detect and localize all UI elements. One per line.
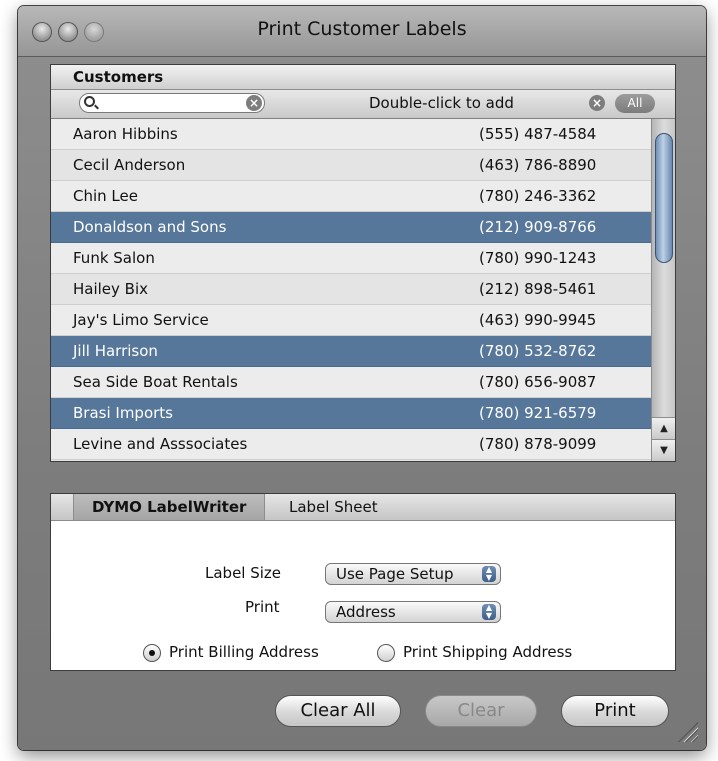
list-item[interactable]: Funk Salon (780) 990-1243: [51, 243, 651, 274]
clear-all-button[interactable]: Clear All: [275, 695, 401, 727]
customer-name: Chin Lee: [73, 187, 138, 205]
customer-phone: (463) 990-9945: [479, 311, 597, 329]
print-settings-panel: DYMO LabelWriter Label Sheet Label Size …: [50, 493, 676, 671]
list-item[interactable]: Hailey Bix (212) 898-5461: [51, 274, 651, 305]
tab-label-sheet[interactable]: Label Sheet: [271, 494, 396, 520]
search-row: × Double-click to add × All: [51, 90, 675, 119]
customer-phone: (212) 909-8766: [479, 218, 597, 236]
print-value: Address: [336, 603, 396, 621]
title-bar[interactable]: Print Customer Labels: [18, 6, 706, 57]
customer-phone: (463) 568-9817: [479, 460, 596, 461]
list-item[interactable]: Lola Rosa (463) 568-9817: [51, 460, 651, 461]
billing-address-radio[interactable]: [143, 644, 161, 662]
customer-phone: (212) 898-5461: [479, 280, 597, 298]
customers-header: Customers: [51, 65, 675, 90]
customers-panel: Customers × Double-click to add × All Aa…: [50, 64, 676, 462]
customer-name: Cecil Anderson: [73, 156, 186, 174]
search-input[interactable]: [102, 95, 246, 112]
customer-phone: (780) 246-3362: [479, 187, 597, 205]
popup-arrows-icon: ▲ ▼: [482, 566, 496, 582]
customer-list[interactable]: Aaron Hibbins (555) 487-4584 Cecil Anderso…: [51, 119, 651, 461]
tab-dymo-labelwriter[interactable]: DYMO LabelWriter: [73, 494, 266, 520]
customer-name: Aaron Hibbins: [73, 125, 178, 143]
customer-name: Jay's Limo Service: [73, 311, 209, 329]
clear-button[interactable]: Clear: [425, 695, 537, 727]
window-title: Print Customer Labels: [257, 18, 467, 40]
list-item[interactable]: Donaldson and Sons (212) 909-8766: [51, 212, 651, 243]
customer-name: Lola Rosa: [73, 460, 144, 461]
list-item[interactable]: Cecil Anderson (463) 786-8890: [51, 150, 651, 181]
search-field[interactable]: ×: [79, 93, 265, 113]
shipping-address-label[interactable]: Print Shipping Address: [403, 643, 572, 661]
print-popup[interactable]: Address ▲ ▼: [325, 601, 501, 623]
list-item[interactable]: Aaron Hibbins (555) 487-4584: [51, 119, 651, 150]
customer-phone: (555) 487-4584: [479, 125, 597, 143]
clear-search-icon[interactable]: ×: [246, 95, 262, 111]
customer-phone: (463) 786-8890: [479, 156, 597, 174]
list-item[interactable]: Brasi Imports (780) 921-6579: [51, 398, 651, 429]
list-item[interactable]: Levine and Asssociates (780) 878-9099: [51, 429, 651, 460]
customer-phone: (780) 656-9087: [479, 373, 597, 391]
double-click-hint: Double-click to add: [369, 94, 514, 112]
customer-name: Levine and Asssociates: [73, 435, 248, 453]
all-button[interactable]: All: [615, 94, 655, 113]
list-scrollbar[interactable]: ▲ ▼: [651, 119, 675, 461]
search-icon: [84, 96, 95, 107]
scroll-thumb[interactable]: [655, 133, 673, 263]
customer-phone: (780) 990-1243: [479, 249, 597, 267]
customer-name: Brasi Imports: [73, 404, 173, 422]
customer-phone: (780) 878-9099: [479, 435, 597, 453]
print-label: Print: [245, 598, 280, 616]
list-item[interactable]: Chin Lee (780) 246-3362: [51, 181, 651, 212]
label-size-value: Use Page Setup: [336, 565, 454, 583]
customer-phone: (780) 921-6579: [479, 404, 597, 422]
customer-name: Hailey Bix: [73, 280, 149, 298]
customer-phone: (780) 532-8762: [479, 342, 597, 360]
list-item[interactable]: Sea Side Boat Rentals (780) 656-9087: [51, 367, 651, 398]
resize-grip-icon[interactable]: [678, 722, 698, 742]
customer-name: Donaldson and Sons: [73, 218, 227, 236]
print-tabs: DYMO LabelWriter Label Sheet: [51, 494, 675, 521]
label-size-label: Label Size: [205, 564, 282, 582]
list-item[interactable]: Jill Harrison (780) 532-8762: [51, 336, 651, 367]
label-size-popup[interactable]: Use Page Setup ▲ ▼: [325, 563, 501, 585]
customer-name: Sea Side Boat Rentals: [73, 373, 238, 391]
customer-name: Funk Salon: [73, 249, 155, 267]
shipping-address-radio[interactable]: [377, 644, 395, 662]
clear-selection-icon[interactable]: ×: [589, 95, 605, 111]
list-item[interactable]: Jay's Limo Service (463) 990-9945: [51, 305, 651, 336]
print-button[interactable]: Print: [561, 695, 669, 727]
print-labels-window: Print Customer Labels Customers × Double…: [18, 6, 706, 750]
popup-arrows-icon: ▲ ▼: [482, 604, 496, 620]
scroll-down-button[interactable]: ▼: [652, 439, 675, 461]
scroll-up-button[interactable]: ▲: [652, 417, 675, 440]
billing-address-label[interactable]: Print Billing Address: [169, 643, 319, 661]
customer-name: Jill Harrison: [73, 342, 158, 360]
